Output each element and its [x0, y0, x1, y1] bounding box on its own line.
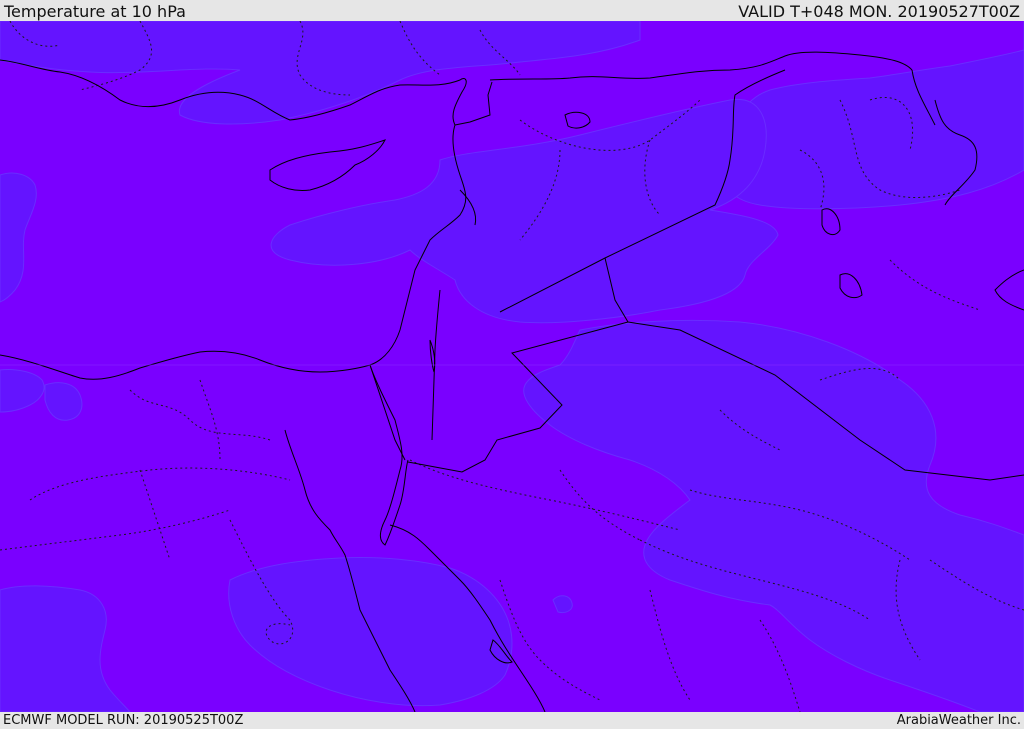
- footer-bar: ECMWF MODEL RUN: 20190525T00Z ArabiaWeat…: [0, 712, 1024, 729]
- valid-time: VALID T+048 MON. 20190527T00Z: [738, 2, 1020, 21]
- map-title: Temperature at 10 hPa: [4, 2, 186, 21]
- header-bar: Temperature at 10 hPa VALID T+048 MON. 2…: [0, 0, 1024, 21]
- temperature-map: [0, 21, 1024, 712]
- credit-label: ArabiaWeather Inc.: [896, 713, 1021, 728]
- model-run-label: ECMWF MODEL RUN: 20190525T00Z: [3, 713, 244, 728]
